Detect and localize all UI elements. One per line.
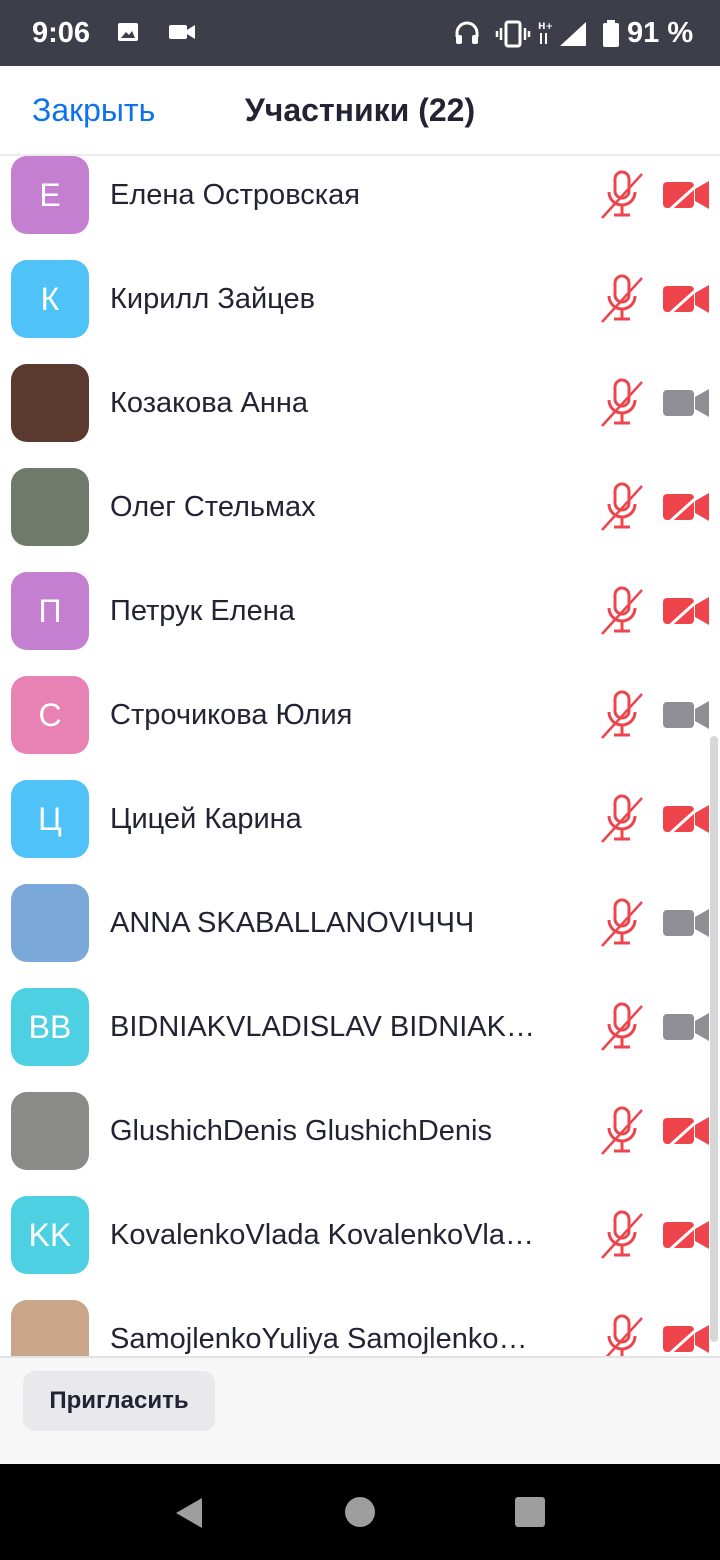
participant-name: BIDNIAKVLADISLAV BIDNIAKVLADISLAV bbox=[110, 1011, 535, 1043]
avatar: П bbox=[11, 572, 89, 650]
avatar: Е bbox=[11, 156, 89, 234]
participant-name: Елена Островская bbox=[110, 179, 360, 211]
battery-icon bbox=[603, 20, 619, 47]
scrollbar[interactable] bbox=[710, 736, 718, 1342]
participants-list[interactable]: Е Елена Островская К Кирилл Зайцев Козакова … bbox=[0, 156, 720, 1356]
video-icon bbox=[169, 25, 195, 39]
video-off-icon[interactable] bbox=[662, 1111, 710, 1151]
video-off-icon[interactable] bbox=[662, 1215, 710, 1255]
list-item[interactable]: К Кирилл Зайцев bbox=[0, 247, 720, 351]
mic-muted-icon[interactable] bbox=[600, 1002, 644, 1052]
list-item[interactable]: С Строчикова Юлия bbox=[0, 663, 720, 767]
avatar bbox=[11, 1300, 89, 1356]
video-off-icon[interactable] bbox=[662, 487, 710, 527]
navigation-bar bbox=[0, 1464, 720, 1560]
list-item[interactable]: KK KovalenkoVlada KovalenkoVlada bbox=[0, 1183, 720, 1287]
invite-button[interactable]: Пригласить bbox=[23, 1371, 215, 1431]
list-item[interactable]: П Петрук Елена bbox=[0, 559, 720, 663]
video-off-icon[interactable] bbox=[662, 799, 710, 839]
avatar: К bbox=[11, 260, 89, 338]
status-bar: 9:06 H+ 91 % bbox=[0, 0, 720, 66]
footer: Пригласить bbox=[0, 1356, 720, 1464]
recents-icon[interactable] bbox=[514, 1496, 546, 1528]
participant-name: Козакова Анна bbox=[110, 387, 309, 419]
vibrate-icon bbox=[495, 20, 531, 48]
status-time: 9:06 bbox=[32, 17, 91, 49]
avatar: KK bbox=[11, 1196, 89, 1274]
avatar bbox=[11, 468, 89, 546]
list-item[interactable]: SamojlenkoYuliya SamojlenkoYuliya bbox=[0, 1287, 720, 1356]
participant-name: Кирилл Зайцев bbox=[110, 283, 315, 315]
mic-muted-icon[interactable] bbox=[600, 1314, 644, 1356]
avatar: Ц bbox=[11, 780, 89, 858]
headset-icon bbox=[455, 21, 479, 44]
avatar bbox=[11, 884, 89, 962]
participant-name: ANNA SKABALLANOVIЧЧЧ bbox=[110, 907, 475, 939]
list-item[interactable]: Ц Цицей Карина bbox=[0, 767, 720, 871]
avatar bbox=[11, 364, 89, 442]
list-item[interactable]: ANNA SKABALLANOVIЧЧЧ bbox=[0, 871, 720, 975]
participant-name: Петрук Елена bbox=[110, 595, 295, 627]
mic-muted-icon[interactable] bbox=[600, 690, 644, 740]
avatar bbox=[11, 1092, 89, 1170]
participant-name: SamojlenkoYuliya SamojlenkoYuliya bbox=[110, 1323, 535, 1355]
video-icon[interactable] bbox=[662, 1007, 710, 1047]
participant-name: Цицей Карина bbox=[110, 803, 302, 835]
page-title: Участники (22) bbox=[244, 92, 476, 128]
video-icon[interactable] bbox=[662, 903, 710, 943]
battery-percent: 91 % bbox=[627, 17, 694, 49]
list-item[interactable]: GlushichDenis GlushichDenis bbox=[0, 1079, 720, 1183]
image-icon bbox=[118, 23, 138, 41]
video-off-icon[interactable] bbox=[662, 175, 710, 215]
participant-name: GlushichDenis GlushichDenis bbox=[110, 1115, 492, 1147]
participant-name: Олег Стельмах bbox=[110, 491, 316, 523]
participant-name: Строчикова Юлия bbox=[110, 699, 353, 731]
list-item[interactable]: Е Елена Островская bbox=[0, 156, 720, 247]
video-off-icon[interactable] bbox=[662, 279, 710, 319]
participant-name: KovalenkoVlada KovalenkoVlada bbox=[110, 1219, 535, 1251]
back-icon[interactable] bbox=[172, 1496, 204, 1530]
avatar: С bbox=[11, 676, 89, 754]
mic-muted-icon[interactable] bbox=[600, 1210, 644, 1260]
list-item[interactable]: Козакова Анна bbox=[0, 351, 720, 455]
mic-muted-icon[interactable] bbox=[600, 586, 644, 636]
mic-muted-icon[interactable] bbox=[600, 170, 644, 220]
list-item[interactable]: BB BIDNIAKVLADISLAV BIDNIAKVLADISLAV bbox=[0, 975, 720, 1079]
video-off-icon[interactable] bbox=[662, 591, 710, 631]
header: Закрыть Участники (22) bbox=[0, 66, 720, 156]
signal-icon: H+ bbox=[538, 22, 586, 46]
video-off-icon[interactable] bbox=[662, 1319, 710, 1356]
avatar: BB bbox=[11, 988, 89, 1066]
video-icon[interactable] bbox=[662, 695, 710, 735]
mic-muted-icon[interactable] bbox=[600, 1106, 644, 1156]
mic-muted-icon[interactable] bbox=[600, 482, 644, 532]
mic-muted-icon[interactable] bbox=[600, 898, 644, 948]
home-icon[interactable] bbox=[344, 1496, 376, 1528]
list-item[interactable]: Олег Стельмах bbox=[0, 455, 720, 559]
mic-muted-icon[interactable] bbox=[600, 794, 644, 844]
mic-muted-icon[interactable] bbox=[600, 274, 644, 324]
video-icon[interactable] bbox=[662, 383, 710, 423]
mic-muted-icon[interactable] bbox=[600, 378, 644, 428]
svg-text:H+: H+ bbox=[538, 22, 553, 32]
